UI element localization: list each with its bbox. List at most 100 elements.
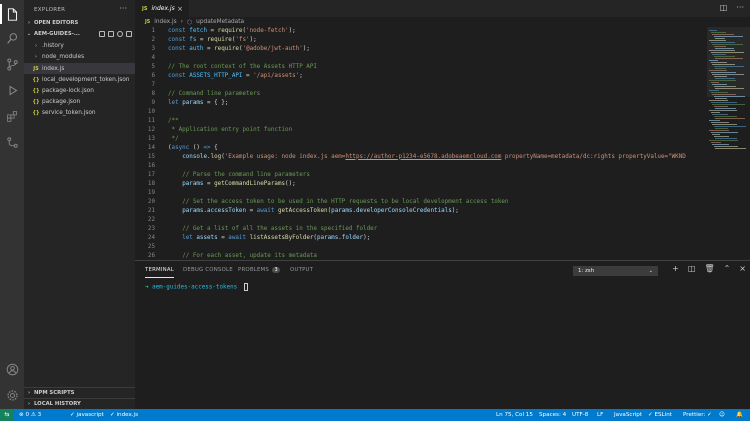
code-line[interactable]: 6 const ASSETS_HTTP_API = '/api/assets'; xyxy=(135,72,705,81)
split-terminal-icon[interactable]: ◫ xyxy=(688,264,696,273)
line-number: 5 xyxy=(151,63,155,70)
minimap-line xyxy=(712,134,720,135)
settings-gear-icon[interactable] xyxy=(0,383,24,407)
close-icon[interactable]: × xyxy=(177,5,183,13)
minimap-line xyxy=(713,116,737,117)
cursor-position[interactable]: Ln 75, Col 15 xyxy=(496,409,533,421)
code-line[interactable]: 9 let params = { }; xyxy=(135,99,705,108)
tree-item-package-json[interactable]: {} package.json xyxy=(24,96,135,107)
tab-output[interactable]: OUTPUT xyxy=(290,267,313,273)
tab-problems[interactable]: PROBLEMS 3 xyxy=(238,267,281,273)
code-line[interactable]: 14 (async () => { xyxy=(135,144,705,153)
maximize-panel-icon[interactable]: ⌃ xyxy=(724,264,731,273)
tab-terminal[interactable]: TERMINAL xyxy=(145,267,175,278)
breadcrumb-file[interactable]: index.js xyxy=(154,19,176,25)
tree-item-history[interactable]: › .history xyxy=(24,40,135,51)
extensions-icon[interactable] xyxy=(0,104,24,128)
breadcrumb-symbol[interactable]: updateMetadata xyxy=(196,19,244,25)
code-line[interactable]: 2 const fs = require('fs'); xyxy=(135,36,705,45)
code-token: let xyxy=(168,99,183,106)
tree-item-local-development-token[interactable]: {} local_development_token.json xyxy=(24,74,135,85)
code-line[interactable]: 1 const fetch = require('node-fetch'); xyxy=(135,27,705,36)
feedback-icon[interactable]: ☺ xyxy=(719,409,725,421)
project-section[interactable]: ⌄ AEM-GUIDES-... xyxy=(24,28,135,39)
check-icon: ✓ xyxy=(70,412,75,418)
eslint-status[interactable]: ✓ ESLint xyxy=(648,409,672,421)
code-line[interactable]: 25 xyxy=(135,243,705,252)
code-line[interactable]: 11 /** xyxy=(135,117,705,126)
search-icon[interactable] xyxy=(0,26,24,50)
collapse-all-icon[interactable] xyxy=(126,30,132,37)
language-mode[interactable]: JavaScript xyxy=(614,409,642,421)
line-number: 9 xyxy=(151,99,155,106)
code-line[interactable]: 24 let assets = await listAssetsByFolder… xyxy=(135,234,705,243)
new-folder-icon[interactable] xyxy=(108,30,114,37)
remote-indicator-icon[interactable]: ⇆ xyxy=(0,409,14,421)
code-line[interactable]: 20 // Set the access token to be used in… xyxy=(135,198,705,207)
terminal-prompt[interactable]: ➜ aem-guides-access-tokens xyxy=(145,283,248,291)
indentation[interactable]: Spaces: 4 xyxy=(539,409,566,421)
open-editors-section[interactable]: › OPEN EDITORS xyxy=(24,17,135,28)
code-line[interactable]: 3 const auth = require('@adobe/jwt-auth')… xyxy=(135,45,705,54)
kill-terminal-icon[interactable]: 🗑 xyxy=(704,264,714,273)
code-line[interactable]: 17 // Parse the command line parameters xyxy=(135,171,705,180)
code-line[interactable]: 5 // The root context of the Assets HTTP … xyxy=(135,63,705,72)
source-control-icon[interactable] xyxy=(0,52,24,76)
minimap[interactable] xyxy=(707,27,750,260)
account-icon[interactable] xyxy=(0,357,24,381)
refresh-icon[interactable] xyxy=(117,30,123,37)
code-line[interactable]: 4 xyxy=(135,54,705,63)
code-line[interactable]: 8 // Command line parameters xyxy=(135,90,705,99)
code-token: async xyxy=(171,144,193,151)
code-line[interactable]: 13 */ xyxy=(135,135,705,144)
minimap-line xyxy=(710,92,728,93)
code-line[interactable]: 21 params.accessToken = await getAccessT… xyxy=(135,207,705,216)
code-token: console xyxy=(182,153,208,160)
notifications-bell-icon[interactable]: 🔔 xyxy=(736,409,743,421)
code-line[interactable]: 15 console.log('Example usage: node inde… xyxy=(135,153,705,162)
terminal-select-value: 1: zsh xyxy=(578,268,595,274)
code-line[interactable]: 18 params = getCommandLineParams(); xyxy=(135,180,705,189)
code-token: const xyxy=(168,28,190,34)
chevron-down-icon: ⌄ xyxy=(26,30,32,37)
run-debug-icon[interactable] xyxy=(0,78,24,102)
code-editor[interactable]: 1 const fetch = require('node-fetch'); 2 co… xyxy=(135,27,705,260)
prettier-status[interactable]: Prettier: ✓ xyxy=(683,409,712,421)
problems-status[interactable]: ⊗ 0 ⚠ 3 xyxy=(19,409,41,421)
code-line[interactable]: 12 * Application entry point function xyxy=(135,126,705,135)
minimap-line xyxy=(710,142,721,143)
tab-debug-console[interactable]: DEBUG CONSOLE xyxy=(183,267,233,273)
file-status[interactable]: ✓ index.js xyxy=(110,409,138,421)
close-panel-icon[interactable]: × xyxy=(739,264,746,273)
more-actions-icon[interactable]: ··· xyxy=(119,4,127,13)
code-line[interactable]: 23 // Get a list of all the assets in th… xyxy=(135,225,705,234)
line-number: 14 xyxy=(147,144,155,151)
new-file-icon[interactable] xyxy=(99,30,105,37)
code-line[interactable]: 16 xyxy=(135,162,705,171)
remote-explorer-icon[interactable] xyxy=(0,130,24,154)
line-number: 23 xyxy=(147,225,155,232)
tree-item-service-token[interactable]: {} service_token.json xyxy=(24,107,135,118)
tree-item-index-js[interactable]: JS index.js xyxy=(24,63,135,74)
end-of-line[interactable]: LF xyxy=(597,409,603,421)
encoding[interactable]: UTF-8 xyxy=(572,409,588,421)
code-line[interactable]: 10 xyxy=(135,108,705,117)
tab-index-js[interactable]: JS index.js × xyxy=(135,0,189,17)
npm-scripts-section[interactable]: › NPM SCRIPTS xyxy=(24,387,135,398)
code-line[interactable]: 22 xyxy=(135,216,705,225)
terminal-select[interactable]: 1: zsh ⌄ xyxy=(573,266,658,276)
code-line[interactable]: 26 // For each asset, update its metadat… xyxy=(135,252,705,261)
code-line[interactable]: 19 xyxy=(135,189,705,198)
split-editor-icon[interactable]: ◫ xyxy=(720,3,728,12)
more-actions-icon[interactable]: ··· xyxy=(736,3,744,12)
language-scope-status[interactable]: ✓ javascript xyxy=(70,409,104,421)
panel-actions: + ◫ 🗑 ⌃ × xyxy=(672,264,746,273)
new-terminal-icon[interactable]: + xyxy=(672,264,679,273)
minimap-line xyxy=(713,106,728,107)
tree-item-node-modules[interactable]: › node_modules xyxy=(24,51,135,62)
code-line[interactable]: 7 xyxy=(135,81,705,90)
explorer-icon[interactable] xyxy=(0,2,24,26)
tree-item-package-lock[interactable]: {} package-lock.json xyxy=(24,85,135,96)
local-history-section[interactable]: › LOCAL HISTORY xyxy=(24,398,135,409)
